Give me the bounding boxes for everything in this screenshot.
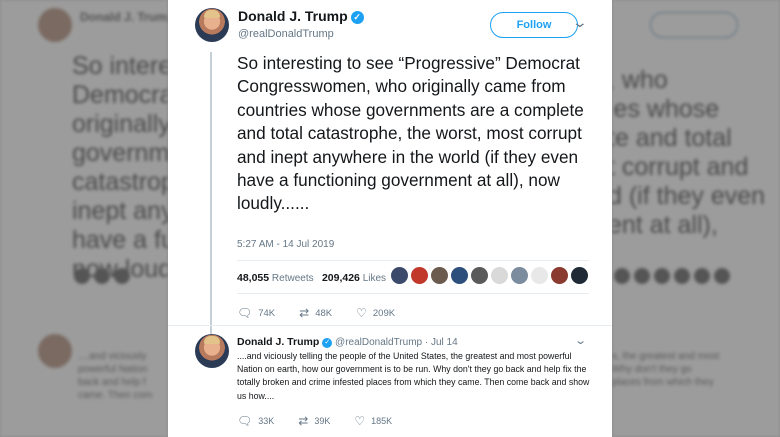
like-button[interactable]: ♡ 209K	[356, 306, 395, 320]
retweet-icon: ⇄	[299, 306, 310, 320]
likes-label: Likes	[362, 273, 387, 284]
reply-actions: 🗨 33K ⇄ 39K ♡ 185K	[237, 414, 416, 428]
background-avatar	[38, 8, 72, 42]
tweet-card: Donald J. Trump ✓ @realDonaldTrump Follow…	[168, 0, 612, 437]
retweets-stat[interactable]: 48,055 Retweets	[237, 272, 314, 284]
background-author-name: Donald J. Trump	[80, 10, 168, 24]
reply-button[interactable]: 🗨 74K	[237, 306, 275, 320]
like-count: 209K	[372, 307, 396, 319]
reply-retweet-count: 39K	[314, 416, 331, 426]
liker-avatar[interactable]	[491, 267, 508, 284]
author-name[interactable]: Donald J. Trump ✓	[238, 8, 364, 24]
reply-text: ....and viciously telling the people of …	[237, 351, 590, 401]
author-name-text: Donald J. Trump	[238, 8, 348, 24]
reply-button[interactable]: 🗨 33K	[237, 414, 274, 428]
liker-avatar[interactable]	[571, 267, 588, 284]
retweet-icon: ⇄	[298, 414, 309, 428]
thread-line	[210, 52, 212, 334]
liker-avatar[interactable]	[451, 267, 468, 284]
tweet-actions: 🗨 74K ⇄ 48K ♡ 209K	[237, 306, 419, 320]
liker-avatar[interactable]	[531, 267, 548, 284]
reply-author-name[interactable]: Donald J. Trump	[237, 336, 319, 348]
reply-avatar[interactable]	[195, 334, 229, 368]
reply-handle[interactable]: @realDonaldTrump	[335, 337, 422, 348]
likes-stat[interactable]: 209,426 Likes	[321, 272, 387, 284]
chevron-down-icon[interactable]: ⌄	[572, 14, 588, 31]
background-left: Donald J. Trump So interesDemocratorigin…	[0, 0, 168, 437]
background-right: , who ies whose te and total t corrupt and d…	[612, 0, 780, 437]
tweet-stats: 48,055 Retweets 209,426 Likes	[237, 272, 386, 284]
chevron-down-icon[interactable]: ⌄	[574, 334, 587, 347]
tweet-text: So interesting to see “Progressive” Demo…	[237, 53, 584, 214]
like-button[interactable]: ♡ 185K	[354, 414, 392, 428]
heart-icon: ♡	[354, 414, 366, 428]
reply-icon: 🗨	[237, 306, 253, 320]
author-handle[interactable]: @realDonaldTrump	[238, 28, 334, 40]
reply-count: 74K	[258, 307, 276, 319]
tweet-timestamp[interactable]: 5:27 AM - 14 Jul 2019	[237, 239, 334, 250]
liker-avatar[interactable]	[431, 267, 448, 284]
reply-separator: ·	[424, 337, 429, 348]
background-tweet-text: So interesDemocratoriginallygovernmecata…	[72, 52, 168, 283]
likes-count: 209,426	[321, 272, 360, 284]
background-reply-avatar	[38, 334, 72, 368]
liker-avatar[interactable]	[411, 267, 428, 284]
background-tweet-text-right: , who ies whose te and total t corrupt and d…	[612, 66, 766, 239]
reply-reply-count: 33K	[258, 416, 275, 426]
background-follow-button	[650, 12, 738, 38]
liker-avatar[interactable]	[511, 267, 528, 284]
reply-icon: 🗨	[237, 414, 253, 428]
verified-badge-icon: ✓	[322, 338, 333, 348]
divider	[237, 293, 589, 294]
liker-avatar[interactable]	[391, 267, 408, 284]
retweets-count: 48,055	[237, 272, 270, 284]
retweets-label: Retweets	[271, 273, 314, 284]
divider	[237, 260, 589, 261]
background-likers	[74, 268, 130, 284]
retweet-button[interactable]: ⇄ 48K	[299, 306, 332, 320]
likers-avatars[interactable]	[391, 267, 588, 284]
retweet-button[interactable]: ⇄ 39K	[298, 414, 330, 428]
retweet-count: 48K	[315, 307, 333, 319]
liker-avatar[interactable]	[471, 267, 488, 284]
liker-avatar[interactable]	[551, 267, 568, 284]
background-reply-text: ....and viciously powerful Nation back and…	[78, 351, 153, 401]
reply-like-count: 185K	[371, 416, 393, 426]
background-likers-right	[614, 268, 730, 284]
heart-icon: ♡	[356, 306, 367, 320]
avatar[interactable]	[195, 8, 229, 42]
reply-header: Donald J. Trump ✓ @realDonaldTrump · Jul …	[237, 336, 458, 348]
reply-date[interactable]: Jul 14	[431, 337, 458, 348]
divider	[168, 325, 612, 326]
verified-badge-icon: ✓	[350, 11, 364, 24]
background-reply-text-right: s, the greatest and most Why don't they g…	[612, 351, 720, 388]
follow-button[interactable]: Follow	[490, 12, 578, 38]
